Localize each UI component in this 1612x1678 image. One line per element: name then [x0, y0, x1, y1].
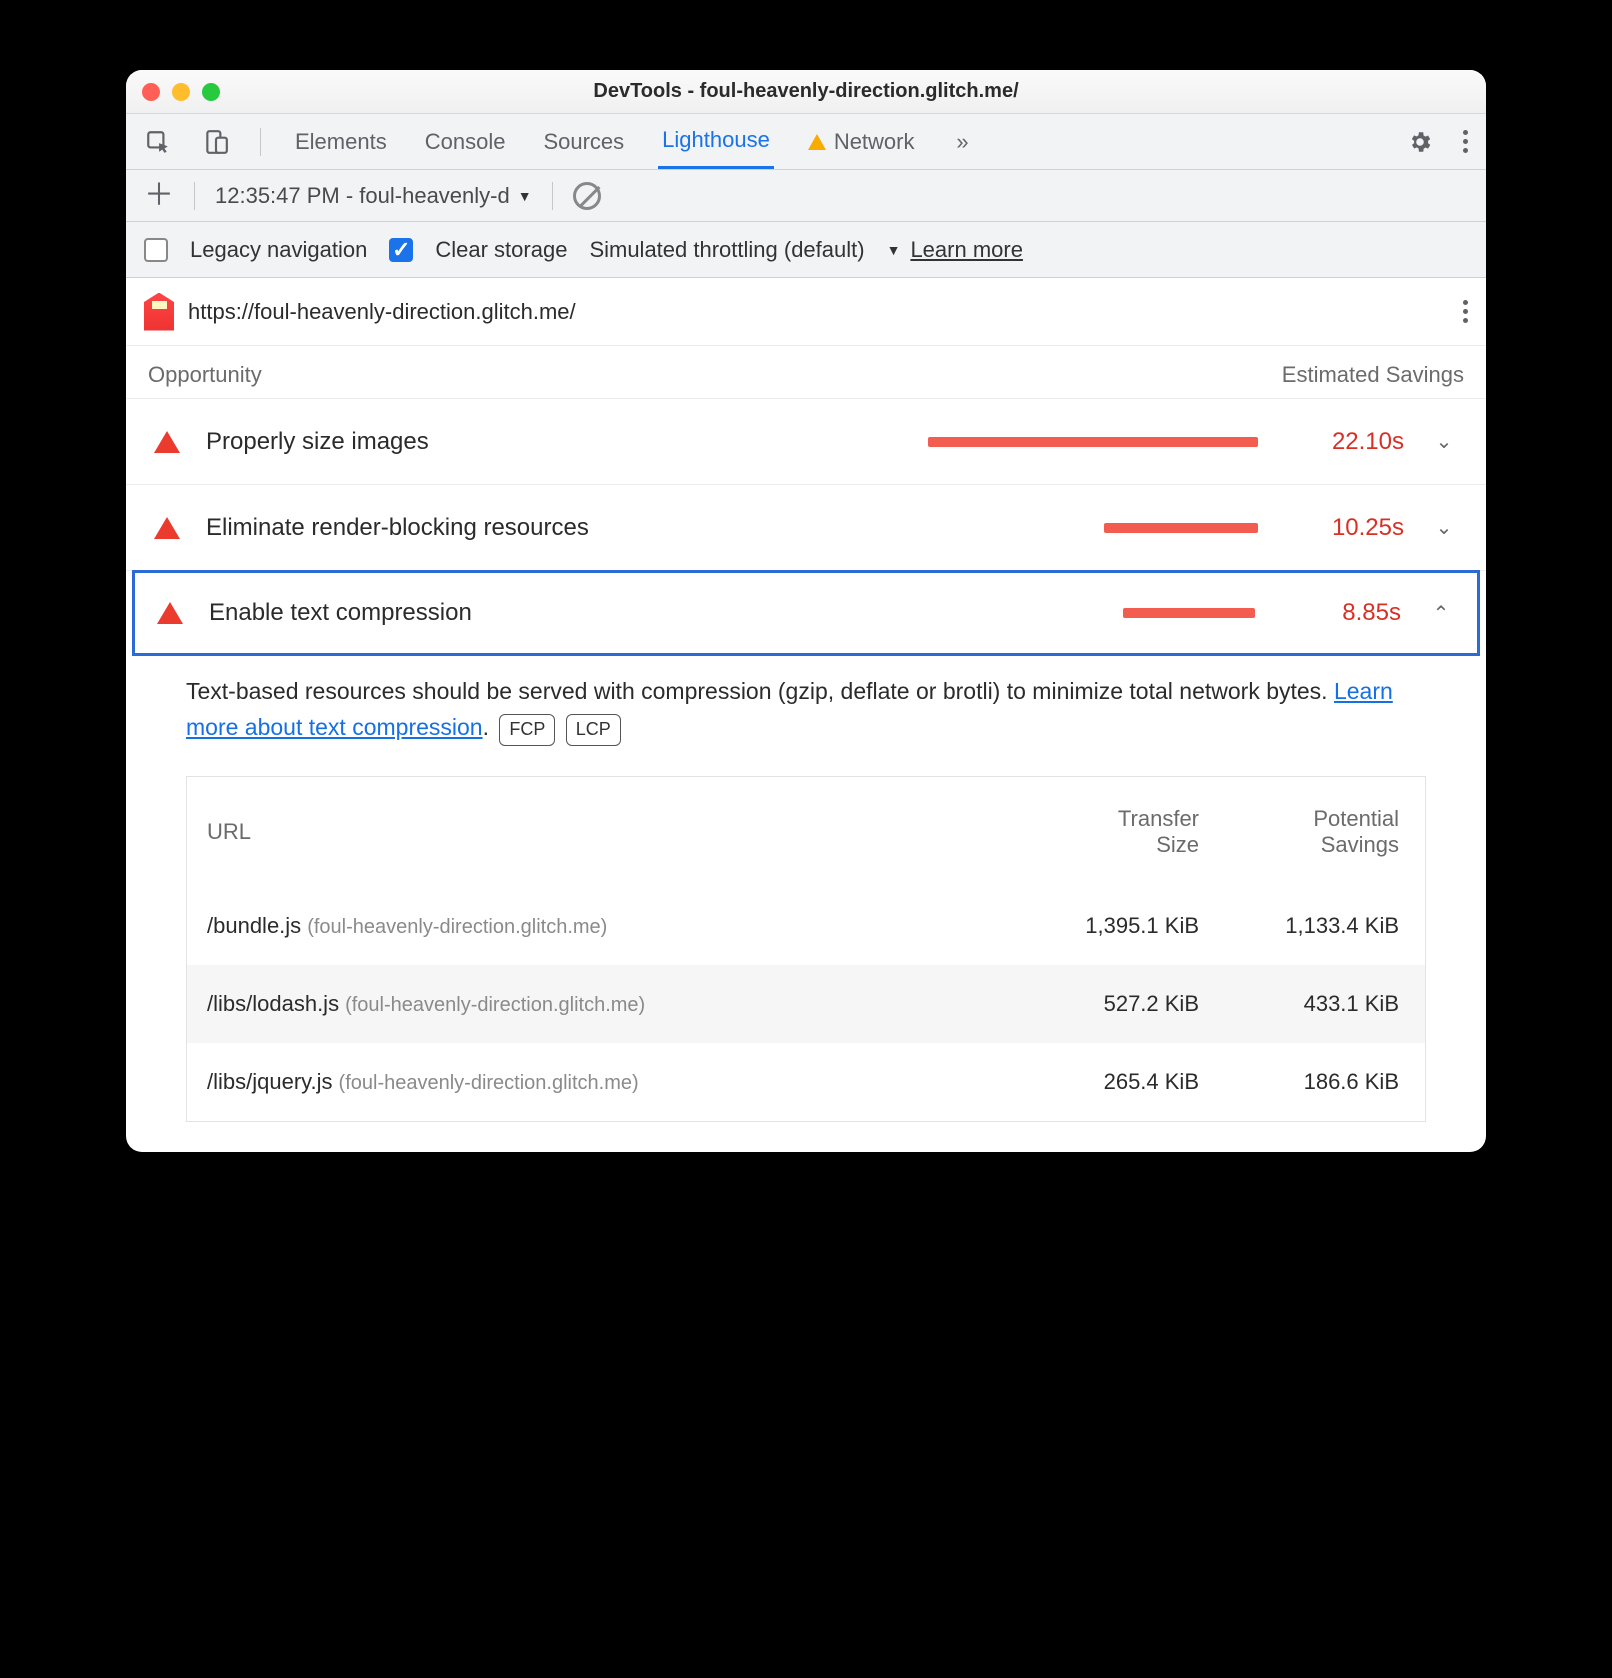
- tab-network-label: Network: [834, 129, 915, 155]
- opportunity-time: 8.85s: [1281, 599, 1401, 627]
- tab-lighthouse-label: Lighthouse: [662, 127, 770, 153]
- chevron-down-icon: ⌄: [1430, 429, 1458, 454]
- lighthouse-options: Legacy navigation ✓ Clear storage Simula…: [126, 222, 1486, 278]
- tab-sources[interactable]: Sources: [539, 114, 628, 169]
- chevron-down-icon: ⌄: [1430, 515, 1458, 540]
- period: .: [483, 714, 489, 740]
- opportunity-title: Enable text compression: [209, 599, 669, 627]
- lighthouse-logo-icon: [144, 293, 174, 331]
- savings-bar-area: [695, 608, 1255, 618]
- opportunity-description: Text-based resources should be served wi…: [126, 656, 1486, 764]
- savings-bar-area: [692, 523, 1258, 533]
- resource-host: (foul-heavenly-direction.glitch.me): [307, 916, 607, 938]
- savings-bar: [1123, 608, 1255, 618]
- resource-size: 527.2 KiB: [1025, 991, 1225, 1017]
- resource-savings: 433.1 KiB: [1225, 991, 1425, 1017]
- divider: [260, 128, 261, 156]
- resource-savings: 186.6 KiB: [1225, 1069, 1425, 1095]
- tab-console-label: Console: [425, 129, 506, 155]
- col-url-label: URL: [187, 819, 1025, 845]
- window-title: DevTools - foul-heavenly-direction.glitc…: [126, 80, 1486, 103]
- table-row: /libs/jquery.js (foul-heavenly-direction.…: [187, 1043, 1425, 1121]
- opportunity-row[interactable]: Properly size images 22.10s ⌄: [126, 399, 1486, 485]
- savings-bar-area: [692, 437, 1258, 447]
- tab-sources-label: Sources: [543, 129, 624, 155]
- resource-path: /bundle.js: [207, 913, 301, 938]
- throttling-label: Simulated throttling (default): [589, 237, 864, 263]
- zoom-window-button[interactable]: [202, 83, 220, 101]
- learn-more-link[interactable]: ▼ Learn more: [887, 237, 1023, 263]
- legacy-nav-checkbox[interactable]: [144, 238, 168, 262]
- traffic-lights: [142, 83, 220, 101]
- minimize-window-button[interactable]: [172, 83, 190, 101]
- col-size-label: Transfer Size: [1025, 806, 1225, 858]
- divider: [194, 182, 195, 210]
- table-header: URL Transfer Size Potential Savings: [187, 777, 1425, 887]
- more-tabs-icon[interactable]: »: [949, 128, 977, 156]
- clear-storage-label: Clear storage: [435, 237, 567, 263]
- report-selector[interactable]: 12:35:47 PM - foul-heavenly-d ▼: [215, 183, 532, 209]
- warning-icon: [808, 134, 826, 150]
- tab-network[interactable]: Network: [804, 114, 919, 169]
- clear-icon[interactable]: [573, 182, 601, 210]
- learn-more-text: Learn more: [910, 237, 1023, 263]
- fail-icon: [154, 517, 180, 539]
- audited-url: https://foul-heavenly-direction.glitch.m…: [188, 299, 576, 325]
- devtools-tabs: Elements Console Sources Lighthouse Netw…: [126, 114, 1486, 170]
- resource-savings: 1,133.4 KiB: [1225, 913, 1425, 939]
- close-window-button[interactable]: [142, 83, 160, 101]
- titlebar: DevTools - foul-heavenly-direction.glitc…: [126, 70, 1486, 114]
- kebab-menu-icon[interactable]: [1463, 130, 1468, 153]
- resource-host: (foul-heavenly-direction.glitch.me): [345, 994, 645, 1016]
- table-row: /libs/lodash.js (foul-heavenly-direction.…: [187, 965, 1425, 1043]
- legacy-nav-label: Legacy navigation: [190, 237, 367, 263]
- fcp-badge: FCP: [499, 714, 555, 746]
- report-selector-label: 12:35:47 PM - foul-heavenly-d: [215, 183, 510, 209]
- opportunity-row-expanded[interactable]: Enable text compression 8.85s ⌃: [132, 570, 1480, 656]
- chevron-down-icon: ▼: [518, 188, 532, 204]
- savings-bar: [1104, 523, 1258, 533]
- chevron-up-icon: ⌃: [1427, 601, 1455, 626]
- tab-elements-label: Elements: [295, 129, 387, 155]
- tab-elements[interactable]: Elements: [291, 114, 391, 169]
- table-row: /bundle.js (foul-heavenly-direction.glitc…: [187, 887, 1425, 965]
- devtools-window: DevTools - foul-heavenly-direction.glitc…: [126, 70, 1486, 1152]
- col-save-label: Potential Savings: [1225, 806, 1425, 858]
- inspect-icon[interactable]: [144, 128, 172, 156]
- opportunity-time: 10.25s: [1284, 514, 1404, 542]
- opportunity-title: Properly size images: [206, 428, 666, 456]
- resource-host: (foul-heavenly-direction.glitch.me): [339, 1072, 639, 1094]
- new-report-button[interactable]: ＋: [144, 181, 174, 211]
- lighthouse-toolbar: ＋ 12:35:47 PM - foul-heavenly-d ▼: [126, 170, 1486, 222]
- fail-icon: [157, 602, 183, 624]
- device-toggle-icon[interactable]: [202, 128, 230, 156]
- resource-size: 265.4 KiB: [1025, 1069, 1225, 1095]
- opportunity-title: Eliminate render-blocking resources: [206, 514, 666, 542]
- savings-col-label: Estimated Savings: [1282, 362, 1464, 388]
- tab-console[interactable]: Console: [421, 114, 510, 169]
- audited-url-row: https://foul-heavenly-direction.glitch.m…: [126, 278, 1486, 346]
- resources-table: URL Transfer Size Potential Savings /bun…: [186, 776, 1426, 1122]
- settings-icon[interactable]: [1407, 129, 1433, 155]
- opportunity-row[interactable]: Eliminate render-blocking resources 10.2…: [126, 485, 1486, 571]
- resource-path: /libs/lodash.js: [207, 991, 339, 1016]
- resource-path: /libs/jquery.js: [207, 1069, 333, 1094]
- opportunity-time: 22.10s: [1284, 428, 1404, 456]
- savings-bar: [928, 437, 1258, 447]
- chevron-down-icon: ▼: [887, 242, 901, 258]
- clear-storage-checkbox[interactable]: ✓: [389, 238, 413, 262]
- resource-size: 1,395.1 KiB: [1025, 913, 1225, 939]
- lcp-badge: LCP: [566, 714, 621, 746]
- opportunities-header: Opportunity Estimated Savings: [126, 346, 1486, 399]
- opportunity-col-label: Opportunity: [148, 362, 262, 388]
- report-menu-icon[interactable]: [1463, 300, 1468, 323]
- fail-icon: [154, 431, 180, 453]
- divider: [552, 182, 553, 210]
- desc-text: Text-based resources should be served wi…: [186, 678, 1334, 704]
- tab-lighthouse[interactable]: Lighthouse: [658, 114, 774, 169]
